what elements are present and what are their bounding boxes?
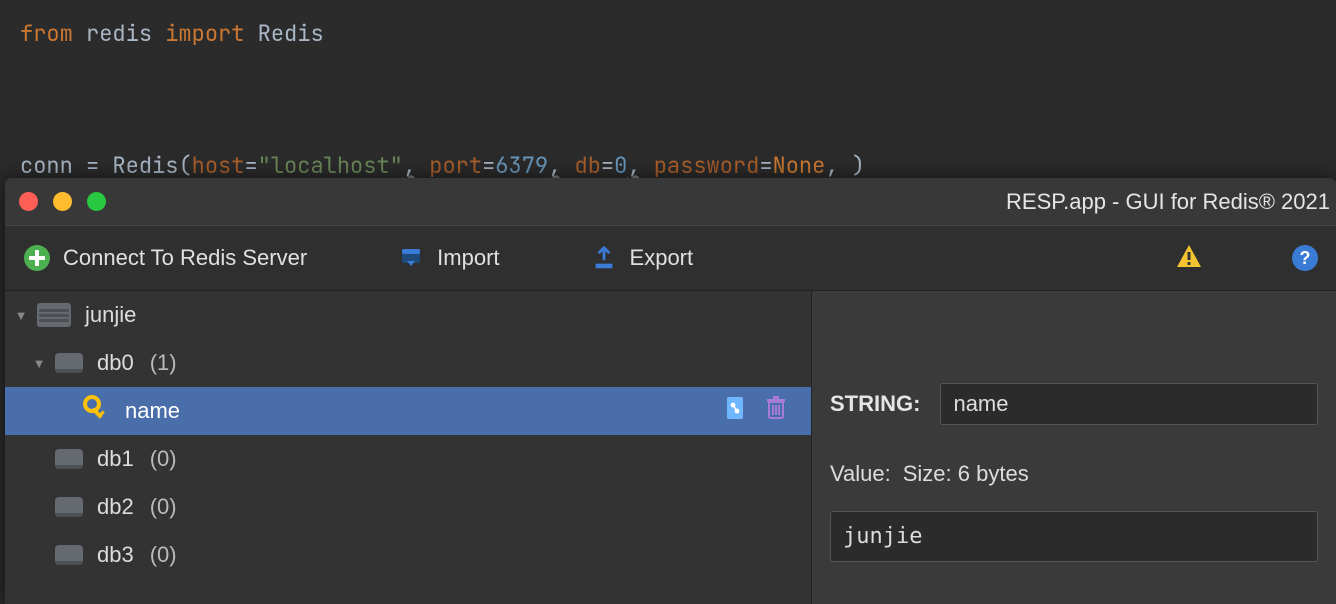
zoom-icon[interactable] (87, 192, 106, 211)
trash-icon[interactable] (765, 395, 787, 427)
help-icon[interactable]: ? (1292, 245, 1318, 271)
class-name: Redis (258, 19, 324, 48)
kw-from: from (20, 19, 73, 48)
close-icon[interactable] (19, 192, 38, 211)
toolbar: Connect To Redis Server Import Export ? (5, 225, 1336, 291)
db-count: (1) (150, 350, 177, 376)
window-title: RESP.app - GUI for Redis® 2021 (1006, 189, 1330, 215)
database-icon (55, 497, 83, 517)
window-titlebar[interactable]: RESP.app - GUI for Redis® 2021 (5, 178, 1336, 225)
tree-db3[interactable]: db3 (0) (5, 531, 811, 579)
module-name: redis (86, 19, 152, 48)
import-label: Import (437, 245, 499, 271)
db-count: (0) (150, 542, 177, 568)
tree-db2[interactable]: db2 (0) (5, 483, 811, 531)
db-count: (0) (150, 446, 177, 472)
warning-icon[interactable] (1176, 244, 1202, 273)
resp-app-window: RESP.app - GUI for Redis® 2021 Connect T… (5, 178, 1336, 604)
db-count: (0) (150, 494, 177, 520)
tree-key-name[interactable]: name (5, 387, 811, 435)
app-body: ▼ junjie ▼ db0 (1) name (5, 291, 1336, 604)
db-label: db1 (97, 446, 134, 472)
db-label: db0 (97, 350, 134, 376)
database-icon (55, 545, 83, 565)
tree-db0[interactable]: ▼ db0 (1) (5, 339, 811, 387)
size-label: Size: 6 bytes (903, 461, 1029, 487)
database-icon (55, 449, 83, 469)
value-box[interactable]: junjie (830, 511, 1318, 562)
import-button[interactable]: Import (397, 244, 499, 272)
export-button[interactable]: Export (590, 244, 694, 272)
import-icon (397, 244, 425, 272)
plus-icon (23, 244, 51, 272)
db-label: db2 (97, 494, 134, 520)
chevron-down-icon[interactable]: ▼ (31, 355, 47, 371)
export-label: Export (630, 245, 694, 271)
kw-import: import (165, 19, 244, 48)
key-icon (81, 394, 111, 428)
type-label: STRING: (830, 391, 920, 417)
export-icon (590, 244, 618, 272)
key-label: name (125, 398, 180, 424)
detail-panel: STRING: Value: Size: 6 bytes junjie (811, 291, 1336, 604)
tree-panel[interactable]: ▼ junjie ▼ db0 (1) name (5, 291, 811, 604)
server-name: junjie (85, 302, 136, 328)
tree-db1[interactable]: db1 (0) (5, 435, 811, 483)
tree-server[interactable]: ▼ junjie (5, 291, 811, 339)
copy-link-icon[interactable] (725, 395, 747, 427)
connect-label: Connect To Redis Server (63, 245, 307, 271)
connect-button[interactable]: Connect To Redis Server (23, 244, 307, 272)
server-icon (37, 303, 71, 327)
database-icon (55, 353, 83, 373)
db-label: db3 (97, 542, 134, 568)
key-name-input[interactable] (940, 383, 1318, 425)
key-actions (725, 395, 811, 427)
chevron-down-icon[interactable]: ▼ (13, 307, 29, 323)
minimize-icon[interactable] (53, 192, 72, 211)
value-label: Value: (830, 461, 891, 487)
traffic-lights (19, 192, 106, 211)
